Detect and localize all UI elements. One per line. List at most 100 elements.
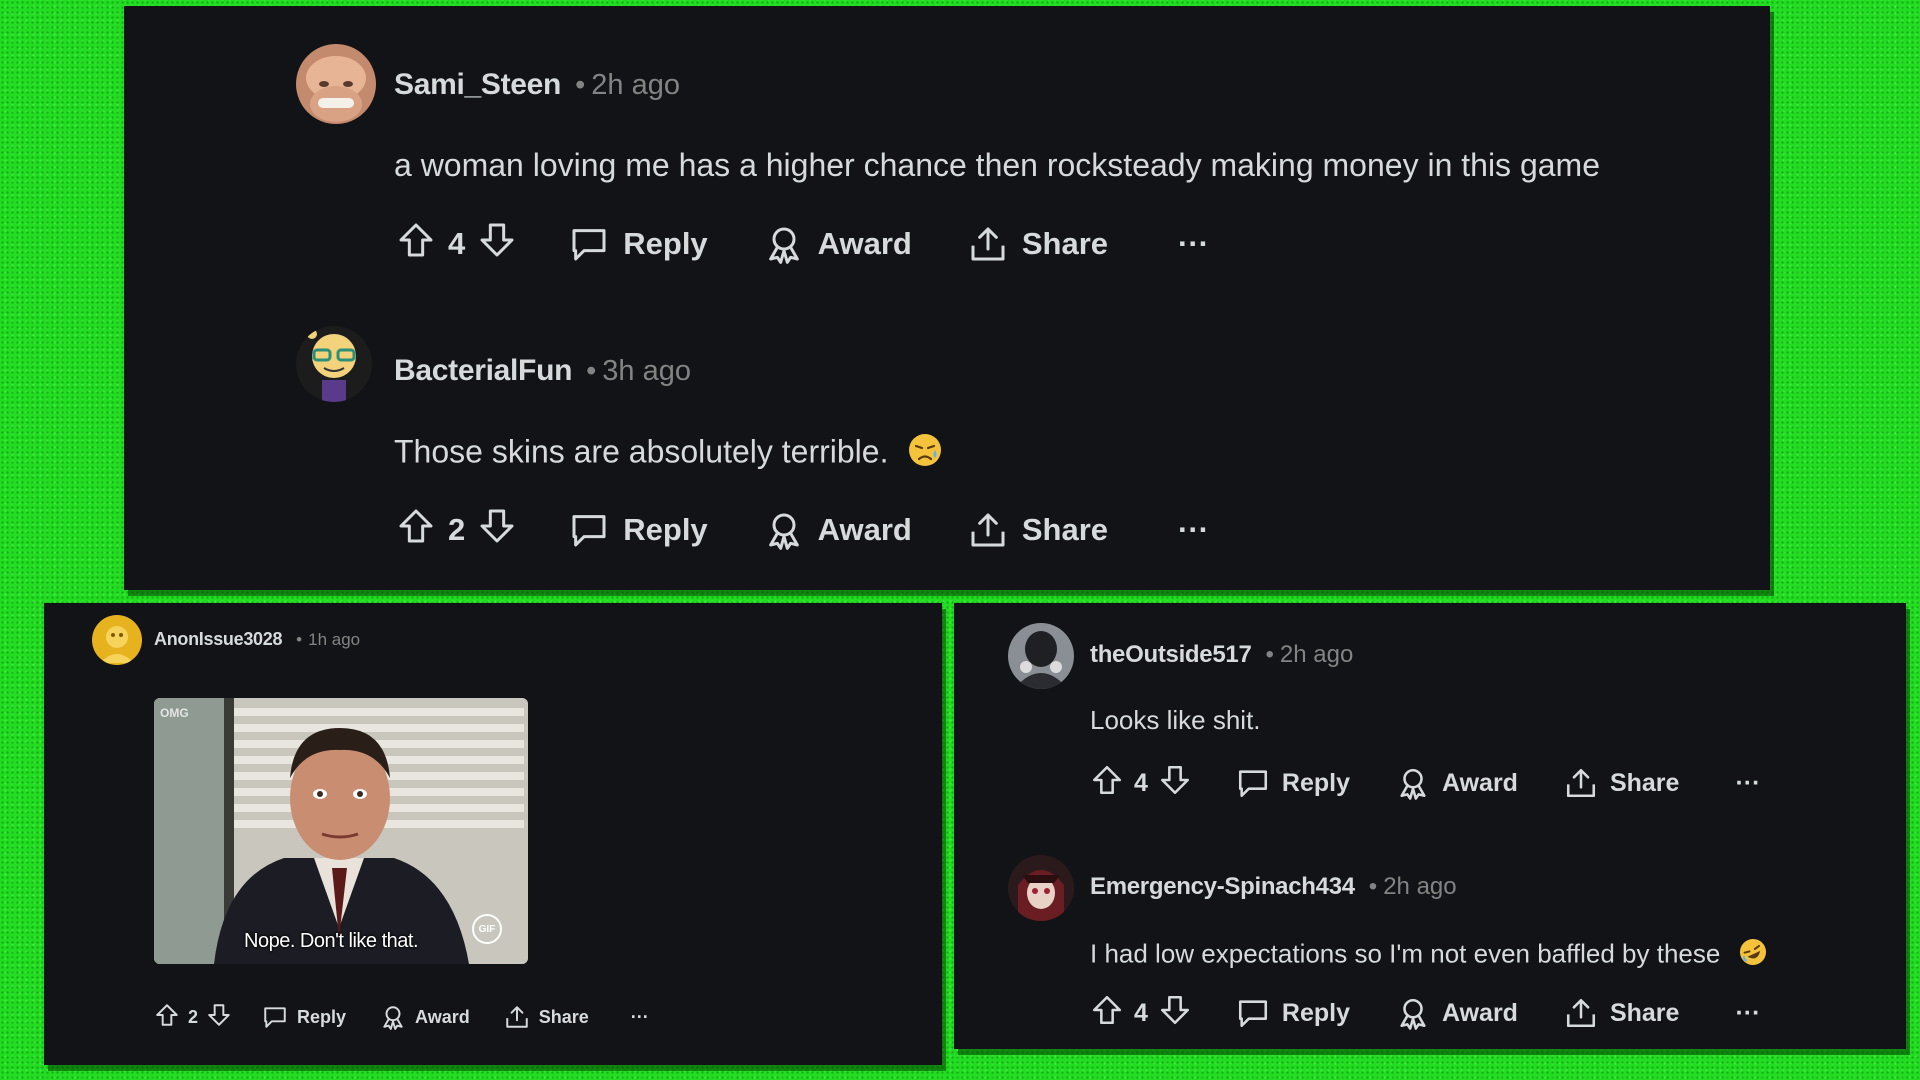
share-label: Share xyxy=(1021,226,1109,261)
downvote-icon[interactable] xyxy=(1158,763,1192,804)
comment-text: Those skins are absolutely terrible. xyxy=(394,433,889,470)
comment-body: Those skins are absolutely terrible. xyxy=(394,432,943,476)
reply-label: Reply xyxy=(1281,998,1350,1027)
separator-dot: • xyxy=(586,355,597,387)
upvote-icon[interactable] xyxy=(396,506,436,554)
username[interactable]: BacterialFun xyxy=(394,354,572,387)
award-button[interactable]: Award xyxy=(1396,766,1518,800)
upvote-icon[interactable] xyxy=(1090,993,1124,1034)
reply-button[interactable]: Reply xyxy=(569,510,708,550)
vote-count: 4 xyxy=(1134,768,1148,797)
gif-badge: GIF xyxy=(472,914,502,944)
share-icon xyxy=(504,1004,530,1030)
award-label: Award xyxy=(817,226,912,261)
share-label: Share xyxy=(1609,768,1680,797)
downvote-icon[interactable] xyxy=(477,220,517,268)
rofl-emoji-icon xyxy=(1738,937,1768,974)
reply-label: Reply xyxy=(1281,768,1350,797)
reply-button[interactable]: Reply xyxy=(1236,996,1350,1030)
reply-icon xyxy=(262,1004,288,1030)
separator-dot: • xyxy=(1368,873,1378,900)
comment-body: a woman loving me has a higher chance th… xyxy=(394,147,1600,183)
award-icon xyxy=(380,1004,406,1030)
award-label: Award xyxy=(1442,998,1518,1027)
share-button[interactable]: Share xyxy=(968,224,1108,264)
reply-label: Reply xyxy=(623,226,708,261)
downvote-icon[interactable] xyxy=(477,506,517,554)
reply-button[interactable]: Reply xyxy=(1236,766,1350,800)
comment-meta: theOutside517 • 2h ago xyxy=(1090,641,1353,669)
username[interactable]: theOutside517 xyxy=(1090,641,1252,668)
share-button[interactable]: Share xyxy=(1564,766,1679,800)
award-button[interactable]: Award xyxy=(764,224,912,264)
comment: AnonIssue3028 • 1h ago OMG Nope. Don't l… xyxy=(44,603,942,1065)
upvote-icon[interactable] xyxy=(1090,763,1124,804)
gif-watermark: OMG xyxy=(160,706,189,720)
username[interactable]: Emergency-Spinach434 xyxy=(1090,873,1355,900)
share-button[interactable]: Share xyxy=(504,1004,589,1030)
share-button[interactable]: Share xyxy=(968,510,1108,550)
downvote-icon[interactable] xyxy=(1158,993,1192,1034)
avatar[interactable] xyxy=(296,326,372,402)
comment-actions: 4 Reply Award Share ··· xyxy=(1090,993,1760,1033)
share-button[interactable]: Share xyxy=(1564,996,1679,1030)
award-icon xyxy=(1396,766,1430,800)
avatar[interactable] xyxy=(1008,623,1074,689)
share-label: Share xyxy=(1021,512,1109,547)
reply-icon xyxy=(569,224,609,264)
award-button[interactable]: Award xyxy=(380,1004,470,1030)
reply-label: Reply xyxy=(297,1006,347,1027)
more-options-icon[interactable]: ··· xyxy=(1178,512,1209,548)
vote-count: 2 xyxy=(188,1006,199,1027)
upvote-icon[interactable] xyxy=(396,220,436,268)
downvote-icon[interactable] xyxy=(206,1002,232,1033)
award-label: Award xyxy=(1442,768,1518,797)
more-options-icon[interactable]: ··· xyxy=(1178,226,1209,262)
avatar[interactable] xyxy=(92,615,142,665)
award-icon xyxy=(1396,996,1430,1030)
comment: Emergency-Spinach434 • 2h ago I had low ex… xyxy=(954,823,1906,1049)
vote-count: 4 xyxy=(448,226,466,261)
vote-count: 4 xyxy=(1134,998,1148,1027)
comment-actions: 2 Reply Award Share ··· xyxy=(396,504,1209,556)
reply-label: Reply xyxy=(623,512,708,547)
comments-panel-top: Sami_Steen • 2h ago a woman loving me has … xyxy=(124,6,1770,590)
share-icon xyxy=(968,224,1008,264)
award-label: Award xyxy=(415,1006,470,1027)
timestamp[interactable]: 2h ago xyxy=(1383,873,1456,900)
comment-text: I had low expectations so I'm not even b… xyxy=(1090,938,1721,969)
more-options-icon[interactable]: ··· xyxy=(1735,769,1760,798)
separator-dot: • xyxy=(575,69,586,101)
timestamp[interactable]: 2h ago xyxy=(591,69,680,101)
comment-actions: 4 Reply Award Share ··· xyxy=(1090,763,1760,803)
reply-icon xyxy=(569,510,609,550)
comment: Sami_Steen • 2h ago a woman loving me has … xyxy=(124,6,1770,286)
award-icon xyxy=(764,224,804,264)
award-label: Award xyxy=(817,512,912,547)
timestamp[interactable]: 3h ago xyxy=(602,355,691,387)
gif-caption: Nope. Don't like that. xyxy=(244,930,419,952)
reply-button[interactable]: Reply xyxy=(262,1004,346,1030)
comment-body: I had low expectations so I'm not even b… xyxy=(1090,937,1768,974)
gif-media[interactable]: OMG Nope. Don't like that. GIF xyxy=(154,698,528,964)
award-button[interactable]: Award xyxy=(764,510,912,550)
more-options-icon[interactable]: ··· xyxy=(1735,999,1760,1028)
avatar[interactable] xyxy=(296,44,376,124)
username[interactable]: AnonIssue3028 xyxy=(154,629,282,649)
upvote-icon[interactable] xyxy=(154,1002,180,1033)
award-icon xyxy=(764,510,804,550)
username[interactable]: Sami_Steen xyxy=(394,68,561,101)
comment-meta: BacterialFun • 3h ago xyxy=(394,354,691,388)
reply-button[interactable]: Reply xyxy=(569,224,708,264)
separator-dot: • xyxy=(296,630,303,649)
more-options-icon[interactable]: ··· xyxy=(631,1007,649,1028)
comment: BacterialFun • 3h ago Those skins are abso… xyxy=(124,286,1770,586)
comment-meta: Emergency-Spinach434 • 2h ago xyxy=(1090,873,1457,901)
comments-panel-bottom-right: theOutside517 • 2h ago Looks like shit. 4 … xyxy=(954,603,1906,1049)
reply-icon xyxy=(1236,766,1270,800)
award-button[interactable]: Award xyxy=(1396,996,1518,1030)
comment-meta: Sami_Steen • 2h ago xyxy=(394,68,680,102)
timestamp[interactable]: 1h ago xyxy=(308,630,360,649)
timestamp[interactable]: 2h ago xyxy=(1280,641,1353,668)
avatar[interactable] xyxy=(1008,855,1074,921)
